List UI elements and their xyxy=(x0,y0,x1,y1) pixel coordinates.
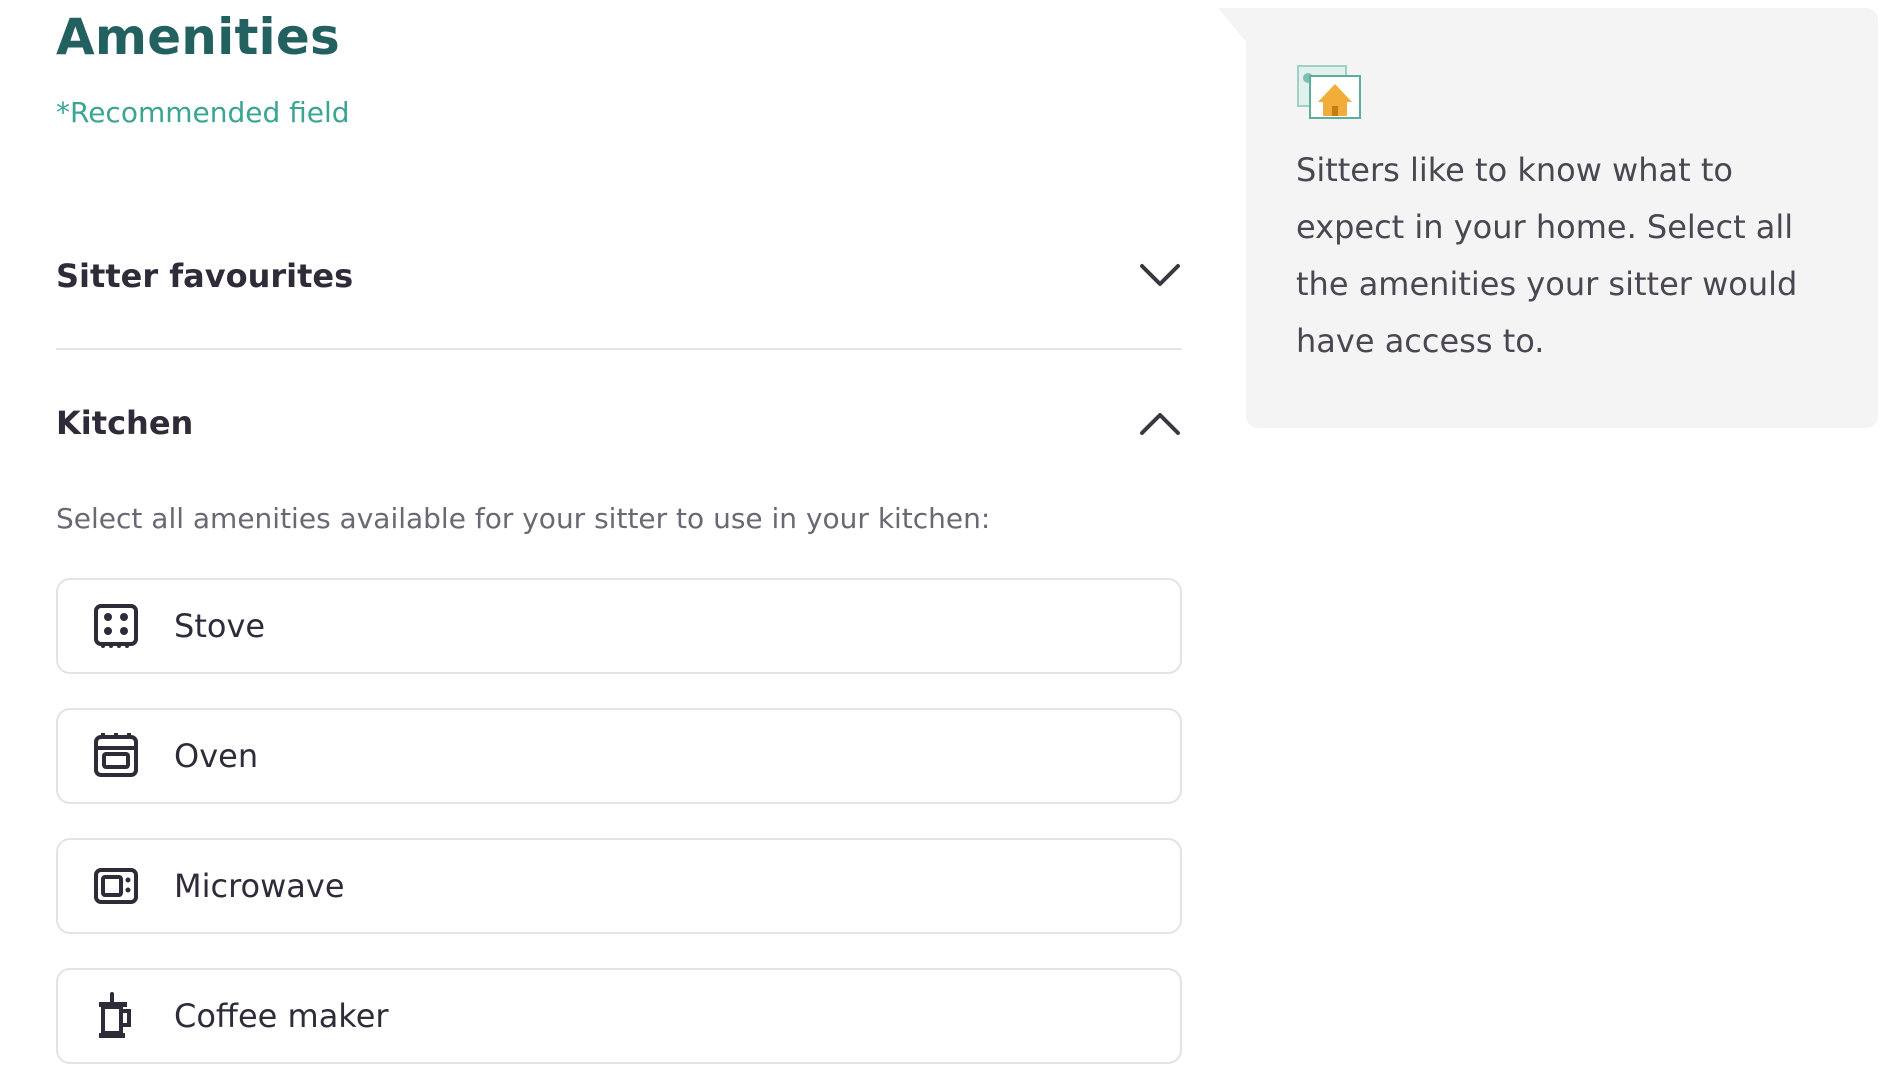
oven-icon xyxy=(92,732,140,780)
chevron-down-icon[interactable] xyxy=(1138,254,1182,298)
kitchen-instructions: Select all amenities available for your … xyxy=(56,502,991,535)
accordion-title: Sitter favourites xyxy=(56,257,354,295)
page-title: Amenities xyxy=(56,8,340,66)
amenity-option-coffee-maker[interactable]: Coffee maker xyxy=(56,968,1182,1064)
amenity-option-stove[interactable]: Stove xyxy=(56,578,1182,674)
amenity-label: Microwave xyxy=(174,867,345,905)
accordion-title: Kitchen xyxy=(56,404,194,442)
recommended-field-note: *Recommended field xyxy=(56,96,350,129)
tip-panel: Sitters like to know what to expect in y… xyxy=(1246,8,1878,428)
house-picture-icon xyxy=(1296,64,1364,120)
tip-pointer xyxy=(1218,8,1248,44)
amenity-label: Oven xyxy=(174,737,259,775)
amenities-page: Amenities *Recommended field Sitter favo… xyxy=(0,0,1882,1072)
kitchen-amenity-list: Stove Oven Microwave Coffee maker xyxy=(56,578,1182,1072)
stove-icon xyxy=(92,602,140,650)
accordion-sitter-favourites[interactable]: Sitter favourites xyxy=(56,236,1182,316)
tip-text: Sitters like to know what to expect in y… xyxy=(1296,151,1798,360)
microwave-icon xyxy=(92,862,140,910)
chevron-up-icon[interactable] xyxy=(1138,401,1182,445)
accordion-divider xyxy=(56,348,1182,350)
amenity-option-oven[interactable]: Oven xyxy=(56,708,1182,804)
amenity-label: Coffee maker xyxy=(174,997,389,1035)
amenity-label: Stove xyxy=(174,607,266,645)
coffee-maker-icon xyxy=(92,992,140,1040)
accordion-kitchen[interactable]: Kitchen xyxy=(56,383,1182,463)
amenity-option-microwave[interactable]: Microwave xyxy=(56,838,1182,934)
